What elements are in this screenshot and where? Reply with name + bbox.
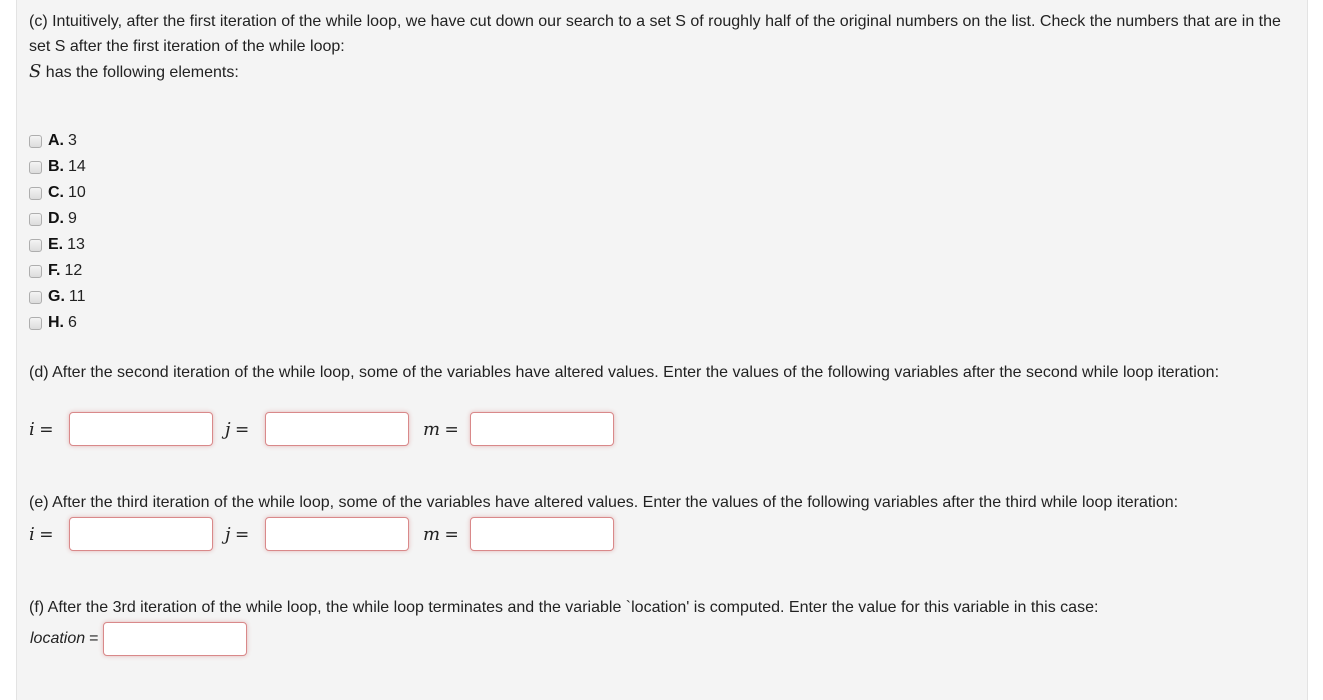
choice-value: 6 bbox=[68, 314, 77, 331]
part-f-prompt: (f) After the 3rd iteration of the while… bbox=[29, 599, 1099, 616]
var-j-label: j = bbox=[225, 418, 250, 440]
checkbox[interactable] bbox=[29, 212, 42, 226]
var-i-label: i = bbox=[29, 523, 54, 545]
location-label: location bbox=[30, 630, 86, 647]
question-panel: (c) Intuitively, after the first iterati… bbox=[16, 0, 1308, 700]
part-d-i-input[interactable] bbox=[69, 412, 213, 446]
choice-letter: B. bbox=[48, 158, 64, 175]
choice-value: 14 bbox=[68, 158, 86, 175]
checkbox[interactable] bbox=[29, 186, 42, 200]
choice-letter: G. bbox=[48, 288, 65, 305]
choice-e[interactable]: E. 13 bbox=[28, 232, 86, 258]
checkbox[interactable] bbox=[29, 316, 42, 330]
choice-list: A. 3 B. 14 C. 10 D. 9 E. 13 F. 12 G. 11 … bbox=[28, 128, 86, 336]
var-j-label: j = bbox=[225, 523, 250, 545]
choice-value: 13 bbox=[67, 236, 85, 253]
choice-letter: F. bbox=[48, 262, 61, 279]
checkbox[interactable] bbox=[29, 160, 42, 174]
part-e-prompt: (e) After the third iteration of the whi… bbox=[29, 494, 1179, 511]
checkbox[interactable] bbox=[29, 238, 42, 252]
choice-g[interactable]: G. 11 bbox=[28, 284, 86, 310]
part-e-i-input[interactable] bbox=[69, 517, 213, 551]
location-equals: = bbox=[89, 630, 99, 647]
set-symbol: S bbox=[29, 61, 42, 82]
choice-letter: A. bbox=[48, 132, 64, 149]
choice-c[interactable]: C. 10 bbox=[28, 180, 86, 206]
location-input[interactable] bbox=[102, 622, 247, 656]
part-e-fields: i = j = m = bbox=[29, 515, 614, 553]
checkbox[interactable] bbox=[29, 290, 42, 304]
part-c-prompt: (c) Intuitively, after the first iterati… bbox=[29, 9, 1293, 85]
choice-value: 10 bbox=[68, 184, 86, 201]
choice-letter: C. bbox=[48, 184, 64, 201]
checkbox[interactable] bbox=[29, 264, 42, 278]
choice-value: 11 bbox=[68, 288, 86, 305]
choice-f[interactable]: F. 12 bbox=[28, 258, 86, 284]
part-d-m-input[interactable] bbox=[470, 412, 614, 446]
part-d-j-input[interactable] bbox=[265, 412, 409, 446]
choice-value: 9 bbox=[68, 210, 77, 227]
part-c-text: (c) Intuitively, after the first iterati… bbox=[29, 13, 1281, 55]
choice-letter: E. bbox=[48, 236, 64, 253]
set-description: has the following elements: bbox=[41, 64, 239, 81]
part-f-fields: location = bbox=[30, 620, 247, 658]
choice-value: 12 bbox=[64, 262, 83, 279]
var-m-label: m = bbox=[423, 523, 459, 545]
choice-h[interactable]: H. 6 bbox=[28, 310, 86, 336]
var-i-label: i = bbox=[29, 418, 54, 440]
part-e-j-input[interactable] bbox=[265, 517, 409, 551]
choice-letter: H. bbox=[48, 314, 64, 331]
var-m-label: m = bbox=[423, 418, 459, 440]
choice-a[interactable]: A. 3 bbox=[28, 128, 86, 154]
choice-letter: D. bbox=[48, 210, 64, 227]
checkbox[interactable] bbox=[29, 134, 42, 148]
choice-d[interactable]: D. 9 bbox=[28, 206, 86, 232]
part-e-m-input[interactable] bbox=[470, 517, 614, 551]
choice-value: 3 bbox=[68, 132, 77, 149]
part-d-prompt: (d) After the second iteration of the wh… bbox=[29, 364, 1220, 381]
part-d-fields: i = j = m = bbox=[29, 410, 614, 448]
choice-b[interactable]: B. 14 bbox=[28, 154, 86, 180]
